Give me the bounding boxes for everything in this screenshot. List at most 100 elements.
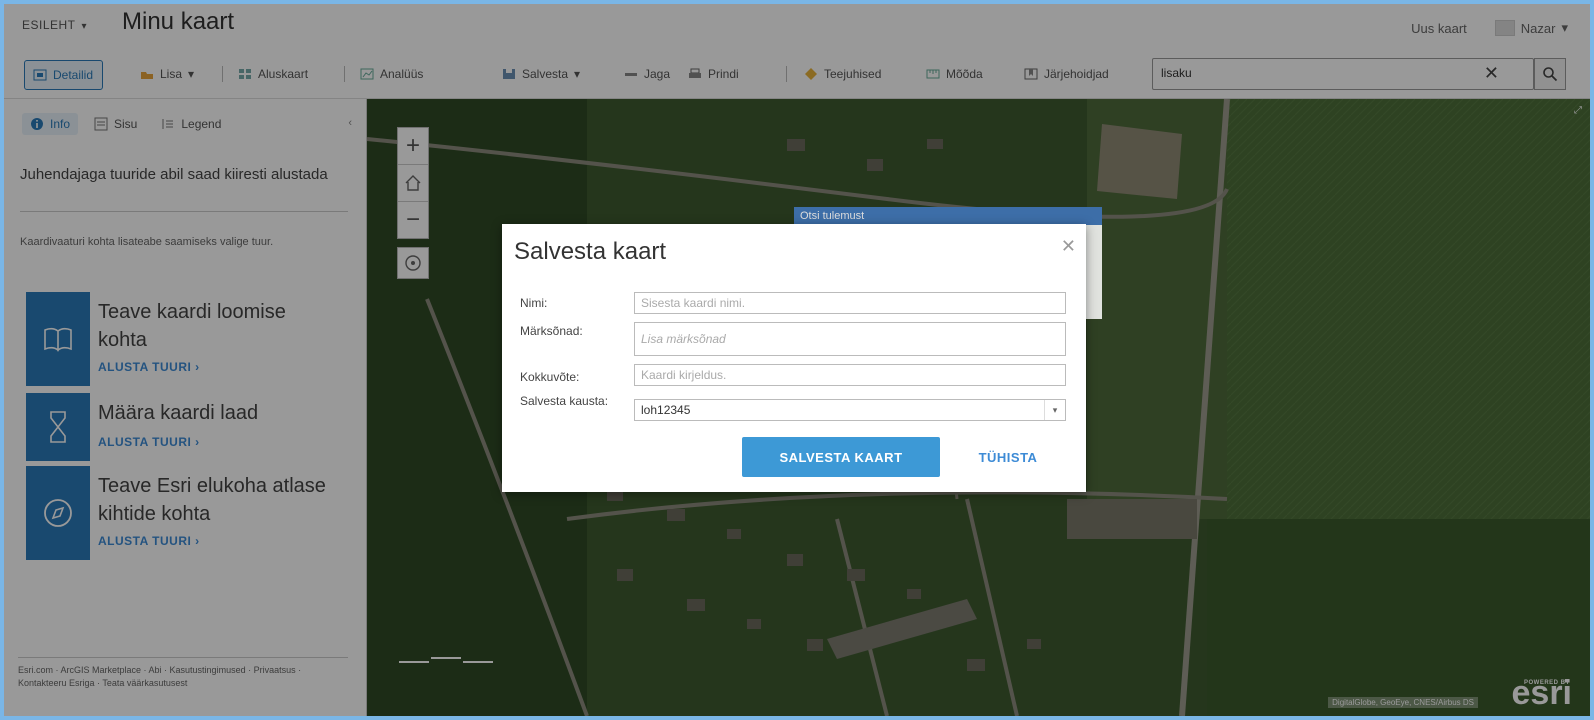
save-map-button[interactable]: SALVESTA KAART [742,437,940,477]
search-button[interactable] [1534,58,1566,90]
directions-icon [805,68,817,80]
details-icon [33,69,47,81]
esri-logo-caption: POWERED BY [1523,680,1570,686]
summary-field[interactable]: Kaardi kirjeldus. [634,364,1066,386]
directions-button[interactable]: Teejuhised [804,60,881,88]
info-icon [31,118,43,130]
chevron-down-icon: ▾ [1044,400,1065,420]
bookmarks-button[interactable]: Järjehoidjad [1024,60,1109,88]
tab-legend[interactable]: Legend [153,113,229,135]
tab-legend-label: Legend [181,117,222,131]
analysis-button[interactable]: Analüüs [360,60,423,88]
breadcrumb-home[interactable]: ESILEHT [22,18,76,32]
add-button[interactable]: Lisa ▾ [140,60,194,88]
header: ESILEHT ▾ Minu kaart Uus kaart Nazar ▾ [4,4,1590,48]
print-label: Prindi [708,67,739,81]
tour-title: Teave kaardi loomise kohta [98,301,286,351]
folder-select[interactable]: loh12345 ▾ [634,399,1066,421]
tour-card[interactable]: Teave kaardi loomise kohta ALUSTA TUURI … [26,292,344,386]
popup-title: Otsi tulemust [800,210,865,222]
basemap-button[interactable]: Aluskaart [238,60,308,88]
legend-icon [162,119,174,129]
bookmarks-label: Järjehoidjad [1044,67,1109,81]
map-style-icon [26,393,90,461]
close-icon[interactable]: ✕ [1061,236,1076,257]
details-button[interactable]: Detailid [24,60,104,90]
locate-icon [405,255,421,271]
summary-placeholder: Kaardi kirjeldus. [641,368,727,382]
avatar [1494,20,1515,36]
footer-links[interactable]: Esri.com · ArcGIS Marketplace · Abi · Ka… [18,657,348,690]
new-map-link[interactable]: Uus kaart [1411,21,1467,36]
scale-bar [399,657,493,663]
save-label: Salvesta [522,67,569,81]
intro-text: Juhendajaga tuuride abil saad kiiresti a… [20,166,328,183]
folder-label: Salvesta kausta: [520,394,609,408]
tab-info-label: Info [50,117,71,131]
measure-icon [926,69,940,79]
save-icon [503,69,515,79]
expand-map-icon[interactable]: ⤢ [1574,105,1582,116]
print-icon [689,68,701,78]
share-icon [625,73,637,76]
print-button[interactable]: Prindi [688,60,739,88]
collapse-sidebar-icon[interactable]: ‹ [348,117,352,129]
tour-card[interactable]: Määra kaardi laad ALUSTA TUURI › [26,393,344,461]
details-label: Detailid [53,68,94,82]
tab-info[interactable]: Info [22,113,79,135]
esri-logo: POWERED BY esri [1512,676,1573,710]
tags-field[interactable]: Lisa märksõnad [634,322,1066,356]
cancel-button[interactable]: TÜHISTA [968,437,1048,477]
home-icon [405,175,421,191]
save-map-dialog: Salvesta kaart ✕ Nimi: Sisesta kaardi ni… [502,224,1086,492]
app-window: ESILEHT ▾ Minu kaart Uus kaart Nazar ▾ Det… [4,4,1590,716]
chevron-down-icon: ▾ [188,67,195,81]
divider [20,211,348,212]
basemap-icon [239,69,251,79]
folder-value: loh12345 [641,403,691,417]
directions-label: Teejuhised [824,67,882,81]
tour-card[interactable]: Teave Esri elukoha atlase kihtide kohta … [26,466,344,560]
measure-button[interactable]: Mõõda [926,60,983,88]
user-menu[interactable]: Nazar ▾ [1494,20,1568,36]
tour-title: Teave Esri elukoha atlase kihtide kohta [98,475,326,525]
compass-icon [26,466,90,560]
analysis-label: Analüüs [380,67,424,81]
chevron-down-icon[interactable]: ▾ [82,21,88,32]
save-button[interactable]: Salvesta ▾ [502,60,580,88]
locate-button[interactable] [397,247,429,279]
sidebar: Info Sisu Legend ‹ Juhendajaga tuuride a… [4,99,367,716]
tags-label: Märksõnad: [520,324,583,338]
tour-title: Määra kaardi laad [98,402,259,424]
name-placeholder: Sisesta kaardi nimi. [641,296,746,310]
user-name: Nazar [1520,20,1556,36]
page-title: Minu kaart [122,8,235,35]
map-book-icon [26,292,90,386]
breadcrumb[interactable]: ESILEHT ▾ [22,18,87,32]
zoom-in-button[interactable]: + [398,128,428,165]
start-tour-link[interactable]: ALUSTA TUURI › [98,360,200,374]
tab-content-label: Sisu [114,117,138,131]
start-tour-link[interactable]: ALUSTA TUURI › [98,534,200,548]
chevron-down-icon: ▾ [574,67,581,81]
name-field[interactable]: Sisesta kaardi nimi. [634,292,1066,314]
tags-placeholder: Lisa märksõnad [641,332,726,346]
zoom-control: + − [397,127,429,239]
analysis-icon [360,68,374,80]
chevron-down-icon: ▾ [1561,20,1568,35]
start-tour-link[interactable]: ALUSTA TUURI › [98,435,200,449]
search-input[interactable]: lisaku ✕ [1152,58,1534,90]
zoom-out-button[interactable]: − [398,202,428,238]
basemap-label: Aluskaart [258,67,309,81]
share-button[interactable]: Jaga [624,60,670,88]
search-icon [1543,67,1558,82]
measure-label: Mõõda [946,67,983,81]
search-value: lisaku [1161,66,1192,80]
hint-text: Kaardivaaturi kohta lisateabe saamiseks … [20,236,274,248]
clear-search-icon[interactable]: ✕ [1484,63,1499,84]
tab-content[interactable]: Sisu [86,113,145,135]
name-label: Nimi: [520,296,548,310]
home-button[interactable] [398,165,428,202]
add-label: Lisa [160,67,183,81]
dialog-title: Salvesta kaart [514,238,667,265]
